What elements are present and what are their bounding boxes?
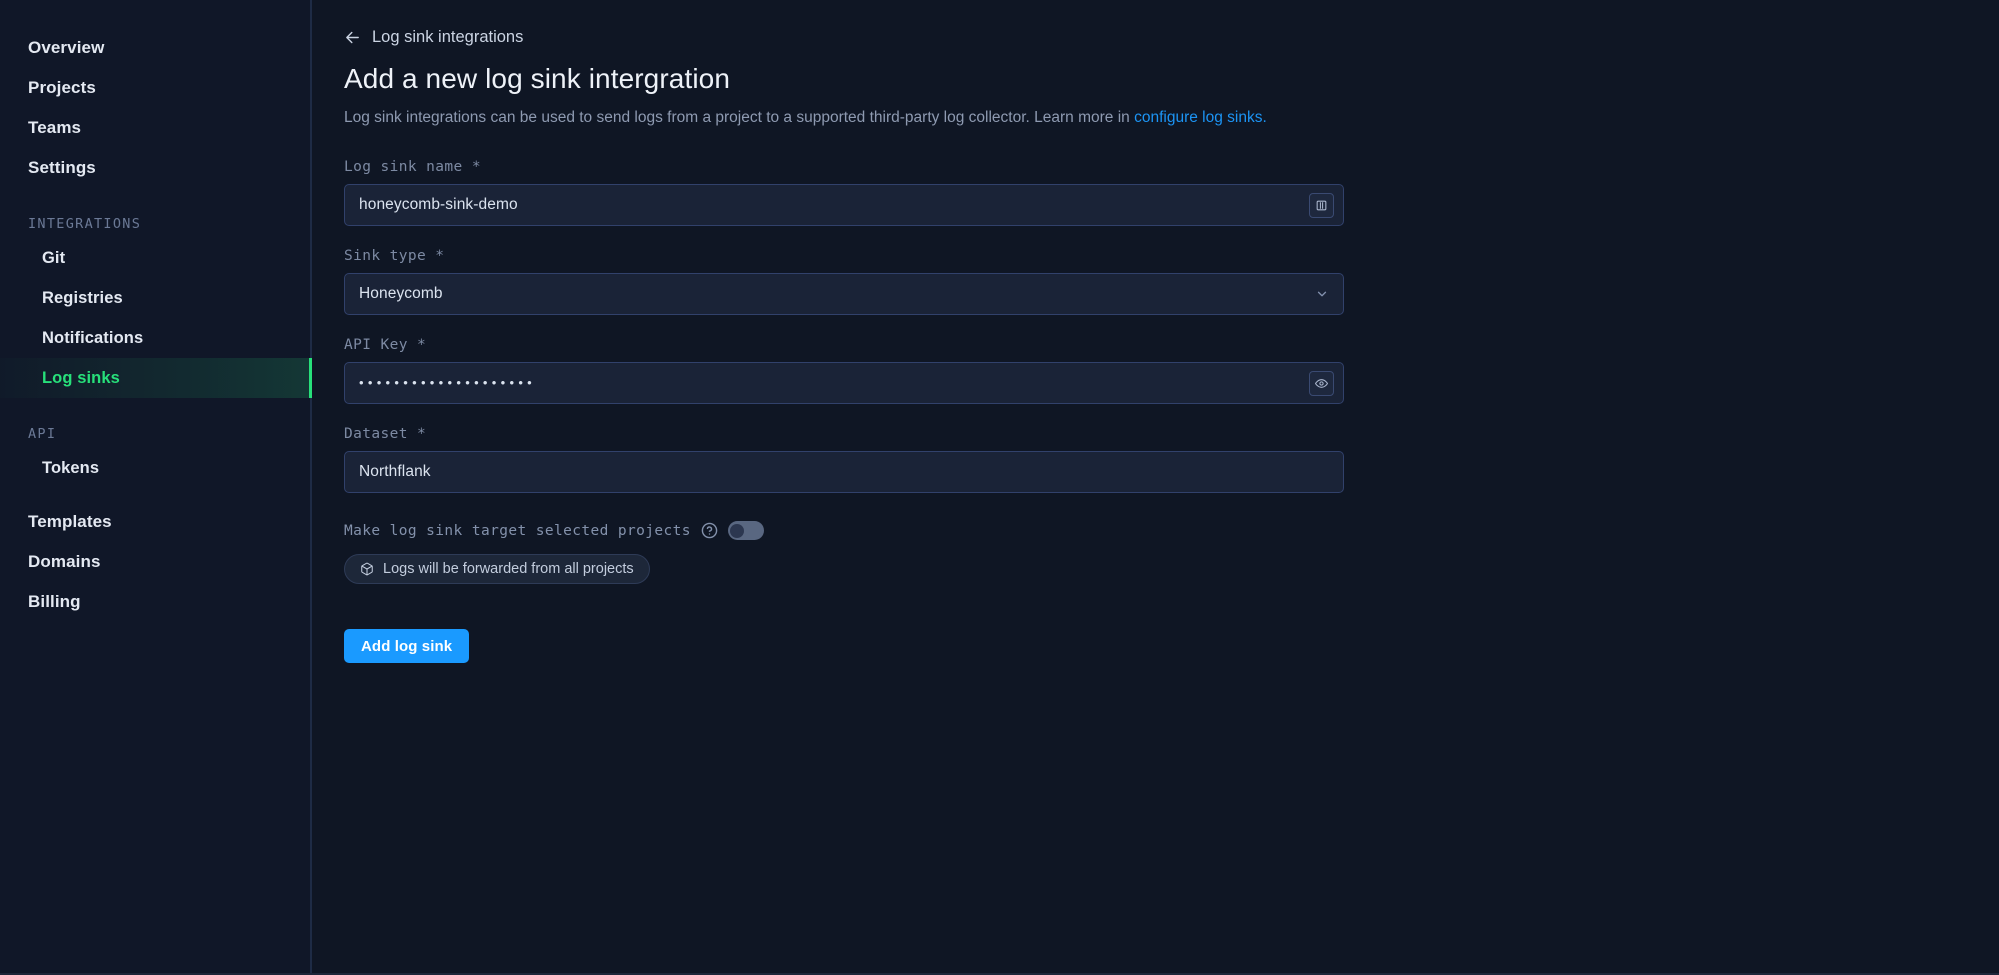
field-dataset: Dataset * [344, 426, 1344, 493]
api-key-input[interactable]: •••••••••••••••••••• [345, 362, 1309, 404]
log-sink-name-input-wrapper [344, 184, 1344, 226]
target-projects-label: Make log sink target selected projects [344, 522, 691, 539]
sidebar-item-teams[interactable]: Teams [0, 108, 310, 148]
sidebar: Overview Projects Teams Settings INTEGRA… [0, 0, 312, 975]
sidebar-item-registries[interactable]: Registries [0, 278, 310, 318]
field-api-key: API Key * •••••••••••••••••••• [344, 337, 1344, 404]
field-sink-type: Sink type * Honeycomb [344, 248, 1344, 315]
box-icon [360, 562, 374, 576]
field-log-sink-name: Log sink name * [344, 159, 1344, 226]
api-key-label: API Key * [344, 337, 427, 353]
page-description: Log sink integrations can be used to sen… [344, 107, 1999, 129]
toggle-knob [730, 523, 745, 538]
dataset-input-wrapper [344, 451, 1344, 493]
sidebar-item-git[interactable]: Git [0, 238, 310, 278]
eye-icon[interactable] [1309, 370, 1334, 396]
target-projects-toggle-row: Make log sink target selected projects [344, 521, 1999, 540]
api-key-input-wrapper: •••••••••••••••••••• [344, 362, 1344, 404]
chevron-down-icon [1315, 287, 1329, 301]
page-description-text: Log sink integrations can be used to sen… [344, 109, 1135, 126]
configure-log-sinks-link[interactable]: configure log sinks. [1134, 109, 1267, 126]
sink-type-select[interactable]: Honeycomb [344, 273, 1344, 315]
sidebar-item-domains[interactable]: Domains [0, 542, 310, 582]
app-root: Overview Projects Teams Settings INTEGRA… [0, 0, 1999, 975]
arrow-left-icon [344, 29, 361, 46]
log-sink-name-input[interactable] [345, 185, 1309, 225]
question-circle-icon[interactable] [701, 522, 718, 539]
page-title: Add a new log sink intergration [344, 63, 730, 94]
status-badge-label: Logs will be forwarded from all projects [383, 561, 634, 577]
sidebar-item-tokens[interactable]: Tokens [0, 448, 310, 488]
dataset-label: Dataset * [344, 426, 427, 442]
log-sink-name-label: Log sink name * [344, 159, 481, 175]
add-log-sink-button[interactable]: Add log sink [344, 629, 470, 663]
dataset-input[interactable] [345, 452, 1343, 492]
status-badge: Logs will be forwarded from all projects [344, 554, 650, 584]
sidebar-item-overview[interactable]: Overview [0, 28, 310, 68]
sink-type-selected-value: Honeycomb [359, 285, 443, 302]
sink-type-label: Sink type * [344, 248, 445, 264]
sidebar-item-notifications[interactable]: Notifications [0, 318, 310, 358]
sidebar-item-settings[interactable]: Settings [0, 148, 310, 188]
target-projects-toggle[interactable] [727, 521, 764, 540]
sidebar-item-projects[interactable]: Projects [0, 68, 310, 108]
submit-row: Add log sink [344, 584, 1999, 663]
breadcrumb-label: Log sink integrations [372, 28, 524, 46]
main-content: Log sink integrations Add a new log sink… [312, 0, 1999, 975]
sidebar-section-integrations: INTEGRATIONS [28, 216, 142, 232]
sidebar-item-templates[interactable]: Templates [0, 502, 310, 542]
randomize-name-icon[interactable] [1309, 192, 1334, 218]
sidebar-item-billing[interactable]: Billing [0, 582, 310, 622]
sidebar-item-log-sinks[interactable]: Log sinks [0, 358, 312, 398]
breadcrumb-back-link[interactable]: Log sink integrations [344, 28, 523, 47]
sidebar-section-api: API [28, 426, 57, 442]
